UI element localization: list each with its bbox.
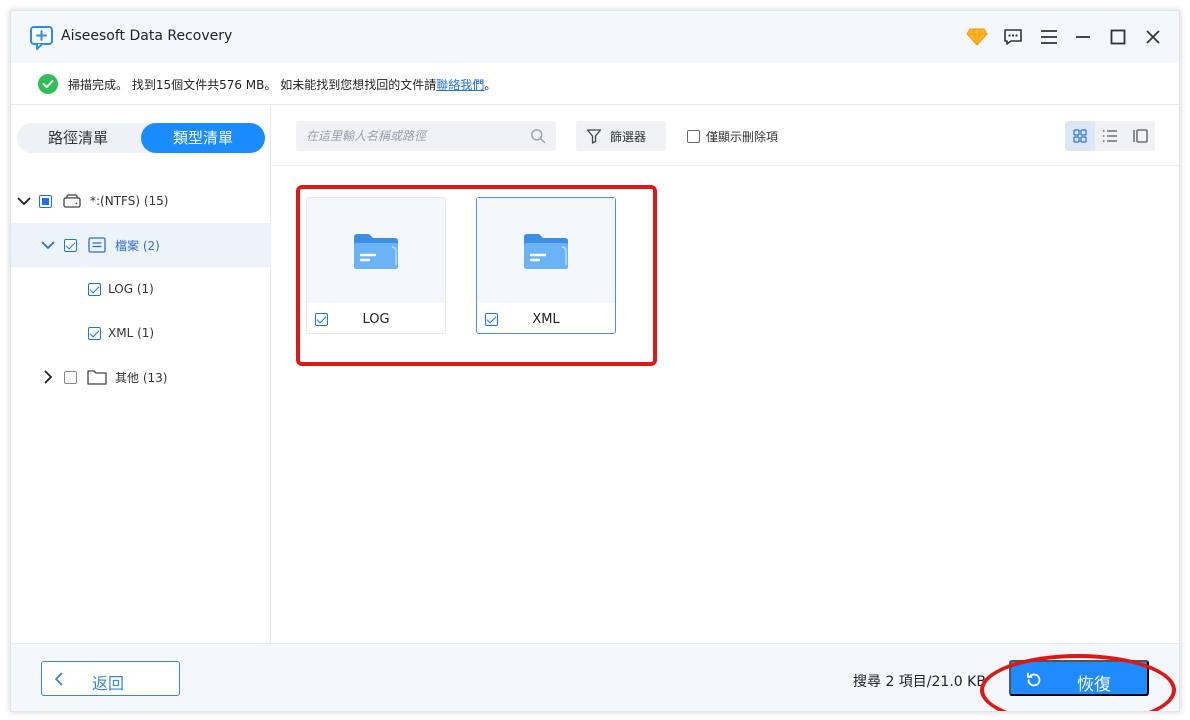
drive-icon	[62, 193, 82, 209]
tree-item-log[interactable]: LOG (1)	[11, 267, 271, 311]
card-footer: LOG	[307, 303, 445, 335]
filter-icon	[586, 129, 602, 144]
tree-checkbox-drive[interactable]	[39, 194, 52, 208]
chevron-left-icon	[54, 672, 63, 686]
filter-label: 篩選器	[610, 129, 647, 144]
search-input[interactable]	[296, 121, 556, 151]
card-thumbnail	[307, 198, 445, 303]
status-tail: 。	[484, 78, 497, 92]
chevron-down-icon[interactable]	[40, 237, 56, 253]
feedback-icon[interactable]	[1001, 25, 1025, 49]
success-check-icon	[38, 74, 58, 94]
sidebar: 路徑清單 類型清單 *:(NTFS) (15) 檔案 (2) LOG (1) X…	[11, 106, 271, 643]
show-deleted-only-toggle[interactable]: 僅顯示刪除項	[687, 128, 778, 145]
file-card-label-xml: XML	[532, 312, 560, 327]
tree-checkbox-log[interactable]	[88, 282, 101, 296]
filter-button[interactable]: 篩選器	[576, 121, 666, 151]
tree-item-xml[interactable]: XML (1)	[11, 311, 271, 355]
premium-diamond-icon[interactable]	[965, 25, 989, 49]
grid-view-icon	[1073, 129, 1087, 143]
contact-us-link[interactable]: 聯絡我們	[436, 78, 484, 92]
app-logo-icon	[30, 26, 53, 50]
tree-checkbox-other[interactable]	[64, 370, 77, 384]
folder-icon	[524, 233, 568, 269]
list-view-icon	[1103, 130, 1117, 142]
tab-type-list[interactable]: 類型清單	[141, 123, 265, 153]
restore-icon	[1027, 672, 1041, 687]
tree-label-drive: *:(NTFS) (15)	[90, 194, 169, 208]
minimize-icon[interactable]	[1071, 25, 1095, 49]
folder-icon	[354, 233, 398, 269]
tree-item-other[interactable]: 其他 (13)	[11, 355, 271, 399]
status-message: 掃描完成。 找到15個文件共576 MB。 如未能找到您想找回的文件請聯絡我們。	[68, 76, 496, 93]
file-card-log[interactable]: LOG	[306, 197, 446, 334]
tree-label-log: LOG (1)	[108, 282, 154, 296]
document-icon	[87, 237, 107, 253]
card-footer: XML	[477, 303, 615, 335]
tree-item-files[interactable]: 檔案 (2)	[11, 223, 271, 267]
show-deleted-only-label: 僅顯示刪除項	[706, 130, 779, 144]
app-window: Aiseesoft Data Recovery 掃描完成。 找到15個文件共57…	[10, 10, 1180, 712]
card-thumbnail	[477, 198, 615, 303]
search-icon[interactable]	[530, 128, 546, 144]
menu-icon[interactable]	[1037, 25, 1061, 49]
title-bar: Aiseesoft Data Recovery	[11, 11, 1179, 63]
tree-checkbox-files[interactable]	[64, 238, 77, 252]
back-button[interactable]: 返回	[41, 661, 180, 696]
tree-item-drive[interactable]: *:(NTFS) (15)	[11, 179, 271, 223]
recover-button-label: 恢復	[1077, 675, 1111, 695]
grid-view-button[interactable]	[1065, 121, 1095, 151]
view-mode-switch	[1065, 121, 1155, 151]
chevron-right-icon[interactable]	[40, 369, 56, 385]
maximize-icon[interactable]	[1106, 25, 1130, 49]
file-grid: LOG XML	[272, 167, 1179, 643]
back-button-label: 返回	[92, 674, 125, 693]
detail-view-icon	[1133, 129, 1148, 143]
tree-label-files: 檔案 (2)	[115, 238, 160, 253]
tree-checkbox-xml[interactable]	[88, 326, 101, 340]
main-toolbar: 篩選器 僅顯示刪除項	[272, 106, 1179, 166]
show-deleted-only-checkbox[interactable]	[687, 130, 700, 143]
file-card-label-log: LOG	[362, 312, 390, 327]
app-title: Aiseesoft Data Recovery	[61, 28, 233, 44]
folder-outline-icon	[87, 369, 107, 385]
chevron-down-icon[interactable]	[16, 193, 32, 209]
detail-view-button[interactable]	[1125, 121, 1155, 151]
selection-summary: 搜尋 2 項目/21.0 KB	[853, 674, 986, 690]
list-mode-switch: 路徑清單 類型清單	[17, 123, 265, 153]
status-bar: 掃描完成。 找到15個文件共576 MB。 如未能找到您想找回的文件請聯絡我們。	[11, 63, 1179, 105]
recover-button[interactable]: 恢復	[1009, 660, 1149, 696]
tree-label-other: 其他 (13)	[115, 370, 168, 385]
file-card-xml[interactable]: XML	[476, 197, 616, 334]
close-icon[interactable]	[1141, 25, 1165, 49]
tab-path-list[interactable]: 路徑清單	[17, 123, 139, 153]
footer-bar: 返回 搜尋 2 項目/21.0 KB 恢復	[11, 643, 1179, 711]
status-text: 掃描完成。 找到15個文件共576 MB。 如未能找到您想找回的文件請	[68, 78, 437, 92]
list-view-button[interactable]	[1095, 121, 1125, 151]
tree-label-xml: XML (1)	[108, 326, 155, 340]
